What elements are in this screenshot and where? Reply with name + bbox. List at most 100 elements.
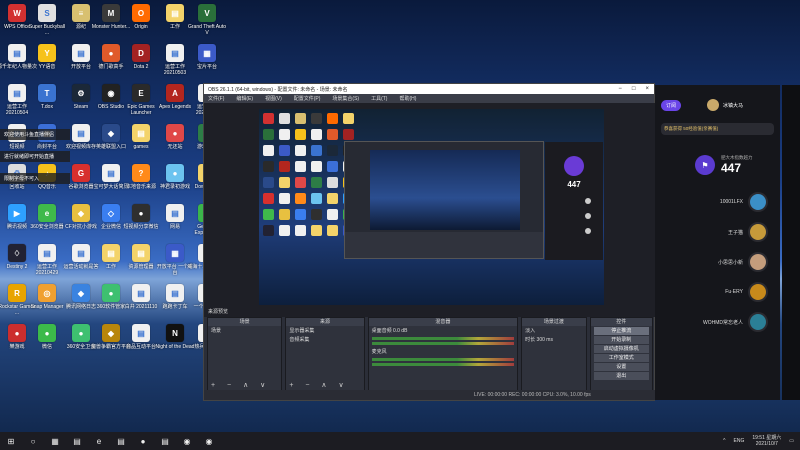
- mini-app-icon: [311, 225, 322, 236]
- app-icon: ◆: [72, 284, 90, 302]
- chevron-up-icon[interactable]: ^: [723, 438, 725, 444]
- menu-item[interactable]: 场景集合(S): [332, 95, 359, 102]
- notification-toast[interactable]: 欢迎使用斗鱼直播伴侣: [0, 129, 70, 140]
- app-icon: M: [102, 4, 120, 22]
- fan-item[interactable]: 王子猫: [655, 217, 780, 247]
- mixer-channel-label: 桌面音频 0.0 dB: [371, 328, 408, 334]
- virtual-camera-button[interactable]: 启动虚拟摄像机: [593, 345, 649, 353]
- menu-item[interactable]: 配置文件(P): [294, 95, 321, 102]
- taskbar-app-icon[interactable]: ●: [137, 435, 149, 447]
- stop-streaming-button[interactable]: 停止推流: [593, 327, 649, 335]
- desktop-icon[interactable]: ▤ 资源管理器: [124, 244, 158, 288]
- desktop-icon-label: 宝片平台: [196, 64, 217, 70]
- desktop-icon[interactable]: ▤ games: [124, 124, 158, 168]
- fan-item[interactable]: Fu·ERY: [655, 277, 780, 307]
- fan-name: WOHMD常忘老人: [703, 319, 743, 326]
- start-recording-button[interactable]: 开始录制: [593, 336, 649, 344]
- obs-window[interactable]: OBS 26.1.1 (64-bit, windows) - 配置文件: 未命名…: [203, 83, 656, 401]
- mini-app-icon: [263, 193, 274, 204]
- desktop-icon[interactable]: Y YY语音: [30, 44, 64, 88]
- maximize-icon[interactable]: □: [632, 86, 636, 92]
- volume-meter[interactable]: [371, 342, 515, 345]
- taskbar-app-icon[interactable]: ▤: [159, 435, 171, 447]
- source-item[interactable]: 显示器采集: [286, 326, 363, 335]
- source-item[interactable]: 音频采集: [286, 335, 363, 344]
- fan-item[interactable]: WOHMD常忘老人: [655, 307, 780, 337]
- streamer-avatar[interactable]: [707, 99, 720, 111]
- taskbar-app-icon[interactable]: ◉: [181, 435, 193, 447]
- mini-app-icon: [279, 129, 290, 140]
- menu-item[interactable]: 帮助(H): [399, 95, 416, 102]
- mini-app-icon: [279, 145, 290, 156]
- desktop-icon[interactable]: S Super Buckyball ...: [29, 4, 65, 48]
- mini-app-icon: [327, 161, 338, 172]
- notification-toast[interactable]: 进行就绪即可开始直播: [0, 151, 70, 162]
- mixer-header: 混音器: [368, 318, 518, 326]
- desktop-icon[interactable]: ▤ 白弁 20211110: [124, 284, 158, 328]
- desktop-icon[interactable]: ▦ 宝片平台: [190, 44, 224, 88]
- taskbar-app-icon[interactable]: ▦: [49, 435, 61, 447]
- exit-button[interactable]: 退出: [593, 372, 649, 380]
- volume-meter[interactable]: [371, 358, 515, 361]
- settings-button[interactable]: 设置: [593, 363, 649, 371]
- desktop-icon[interactable]: V Grand Theft Auto V: [188, 4, 226, 48]
- subscribe-button[interactable]: 订阅: [661, 99, 682, 111]
- desktop-icon[interactable]: ? 本地音乐来源: [124, 164, 158, 208]
- desktop-icon[interactable]: ▤ 运营工作 20210429: [30, 244, 64, 288]
- minimize-icon[interactable]: −: [618, 86, 622, 92]
- menu-item[interactable]: 文件(F): [208, 95, 224, 102]
- app-icon: S: [38, 4, 56, 22]
- obs-titlebar[interactable]: OBS 26.1.1 (64-bit, windows) - 配置文件: 未命名…: [204, 84, 654, 94]
- transition-select[interactable]: 淡入: [522, 326, 585, 335]
- source-preview-label: 来源预览: [208, 309, 229, 315]
- desktop-icon[interactable]: ● 短视频分享微信: [123, 204, 159, 248]
- volume-meter[interactable]: [371, 337, 515, 340]
- language-indicator[interactable]: ENG: [734, 438, 745, 444]
- desktop-icon[interactable]: D Dota 2: [124, 44, 158, 88]
- mini-app-icon: [263, 177, 274, 188]
- controls-header: 控件: [590, 318, 652, 326]
- desktop-icon[interactable]: E Epic Games Launcher: [124, 84, 158, 128]
- mini-app-icon: [327, 225, 338, 236]
- taskbar-app-icon[interactable]: e: [93, 435, 105, 447]
- fan-item[interactable]: 小思思小新: [655, 247, 780, 277]
- taskbar-app-icon[interactable]: ▤: [71, 435, 83, 447]
- menu-item[interactable]: 工具(T): [371, 95, 387, 102]
- app-icon: ♢: [8, 244, 26, 262]
- app-icon: ●: [38, 324, 56, 342]
- toast-line-2: 进行就绪即可开始直播: [4, 154, 55, 160]
- fan-name: Fu·ERY: [725, 289, 743, 295]
- studio-mode-button[interactable]: 工作室模式: [593, 354, 649, 362]
- sources-header: 来源: [286, 318, 364, 326]
- app-icon: A: [166, 84, 184, 102]
- desktop-icon[interactable]: ● 微信: [30, 324, 64, 368]
- taskbar-app-icon[interactable]: ◉: [203, 435, 215, 447]
- close-icon[interactable]: ×: [645, 86, 649, 92]
- obs-preview[interactable]: 447: [204, 103, 656, 317]
- scene-item[interactable]: 场景: [208, 326, 281, 335]
- notification-icon[interactable]: ▭: [789, 438, 794, 444]
- start-icon[interactable]: ⊞: [5, 435, 17, 447]
- desktop-icon[interactable]: ◎ Snap Manager: [30, 284, 64, 328]
- desktop-icon[interactable]: ♪QQ音乐: [30, 164, 64, 208]
- scene-controls[interactable]: + − ∧ ∨: [211, 381, 270, 389]
- menu-item[interactable]: 编辑(E): [236, 95, 253, 102]
- desktop-icon[interactable]: T T.dox: [30, 84, 64, 128]
- menu-item[interactable]: 视图(V): [265, 95, 282, 102]
- desktop-icon[interactable]: O Origin: [124, 4, 158, 48]
- notification-toast[interactable]: 限制字母不可入: [0, 173, 70, 184]
- source-controls[interactable]: + − ∧ ∨: [289, 381, 348, 389]
- transition-duration[interactable]: 时长 300 ms: [522, 335, 585, 344]
- desktop-icon[interactable]: e 360安全浏览器: [30, 204, 64, 248]
- mini-app-icon: [311, 209, 322, 220]
- taskbar-app-icon[interactable]: ▤: [115, 435, 127, 447]
- obs-title: OBS 26.1.1 (64-bit, windows) - 配置文件: 未命名…: [208, 86, 348, 93]
- app-icon: W: [8, 4, 26, 22]
- volume-meter[interactable]: [371, 363, 515, 366]
- mini-app-icon: [263, 145, 274, 156]
- clock[interactable]: 19:51 星期六 2021/10/7: [752, 435, 781, 447]
- taskbar-app-icon[interactable]: ○: [27, 435, 39, 447]
- fan-item[interactable]: 10001LFX: [655, 187, 780, 217]
- app-icon: ▤: [8, 44, 26, 62]
- desktop-icon[interactable]: ▤ 商品互动平台: [124, 324, 158, 368]
